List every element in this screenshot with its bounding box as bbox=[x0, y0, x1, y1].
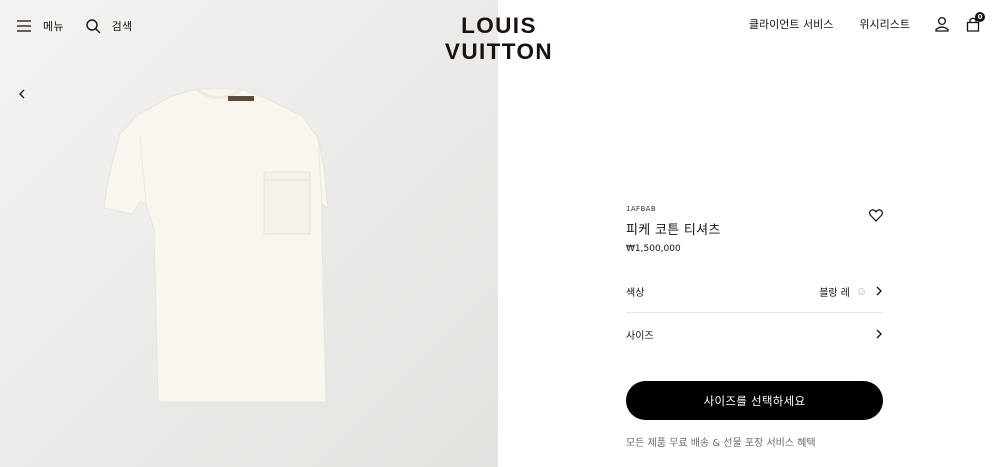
product-image-pane bbox=[0, 0, 498, 467]
product-name: 피케 코튼 티셔츠 bbox=[626, 223, 721, 238]
product-sku: 1AFBAB bbox=[626, 205, 657, 213]
color-value-group: 블랑 레 bbox=[819, 284, 883, 299]
site-header: 메뉴 검색 LOUIS VUITTON 클라이언트 서비스 위시리스트 0 bbox=[0, 0, 1000, 64]
shipping-notice: 모든 제품 무료 배송 & 선물 포장 서비스 혜택 bbox=[626, 438, 816, 449]
account-icon bbox=[935, 16, 949, 32]
cart-count-badge: 0 bbox=[975, 12, 985, 22]
search-label: 검색 bbox=[111, 20, 133, 33]
color-value: 블랑 레 bbox=[819, 287, 850, 299]
color-swatch bbox=[858, 287, 865, 295]
search-button[interactable]: 검색 bbox=[85, 18, 133, 34]
size-selector[interactable]: 사이즈 bbox=[626, 323, 883, 345]
color-selector[interactable]: 색상 블랑 레 bbox=[626, 280, 883, 302]
product-image-tshirt bbox=[103, 87, 329, 403]
search-icon bbox=[85, 18, 101, 33]
divider bbox=[626, 312, 883, 313]
add-to-wishlist-button[interactable] bbox=[869, 207, 883, 226]
product-info-panel: 1AFBAB 피케 코튼 티셔츠 ₩1,500,000 색상 블랑 레 사이즈 … bbox=[626, 205, 883, 449]
size-label: 사이즈 bbox=[626, 330, 654, 342]
menu-button[interactable]: 메뉴 bbox=[16, 18, 64, 34]
chevron-right-icon bbox=[875, 328, 883, 340]
chevron-right-icon bbox=[875, 285, 883, 297]
previous-image-button[interactable] bbox=[14, 86, 30, 106]
product-price: ₩1,500,000 bbox=[626, 244, 681, 254]
shopping-bag-button[interactable]: 0 bbox=[966, 12, 985, 32]
heart-icon bbox=[869, 209, 883, 222]
hamburger-icon bbox=[17, 20, 31, 32]
header-right-group: 클라이언트 서비스 위시리스트 0 bbox=[749, 12, 985, 32]
client-services-link[interactable]: 클라이언트 서비스 bbox=[749, 16, 833, 32]
wishlist-link[interactable]: 위시리스트 bbox=[859, 16, 910, 32]
size-value-group bbox=[865, 328, 883, 340]
account-button[interactable] bbox=[935, 16, 949, 32]
brand-logo[interactable]: LOUIS VUITTON bbox=[405, 13, 593, 65]
menu-label: 메뉴 bbox=[43, 20, 64, 33]
chevron-left-icon bbox=[19, 89, 25, 99]
color-label: 색상 bbox=[626, 287, 645, 299]
select-size-button[interactable]: 사이즈를 선택하세요 bbox=[626, 381, 883, 420]
header-left-group: 메뉴 검색 bbox=[16, 18, 132, 34]
